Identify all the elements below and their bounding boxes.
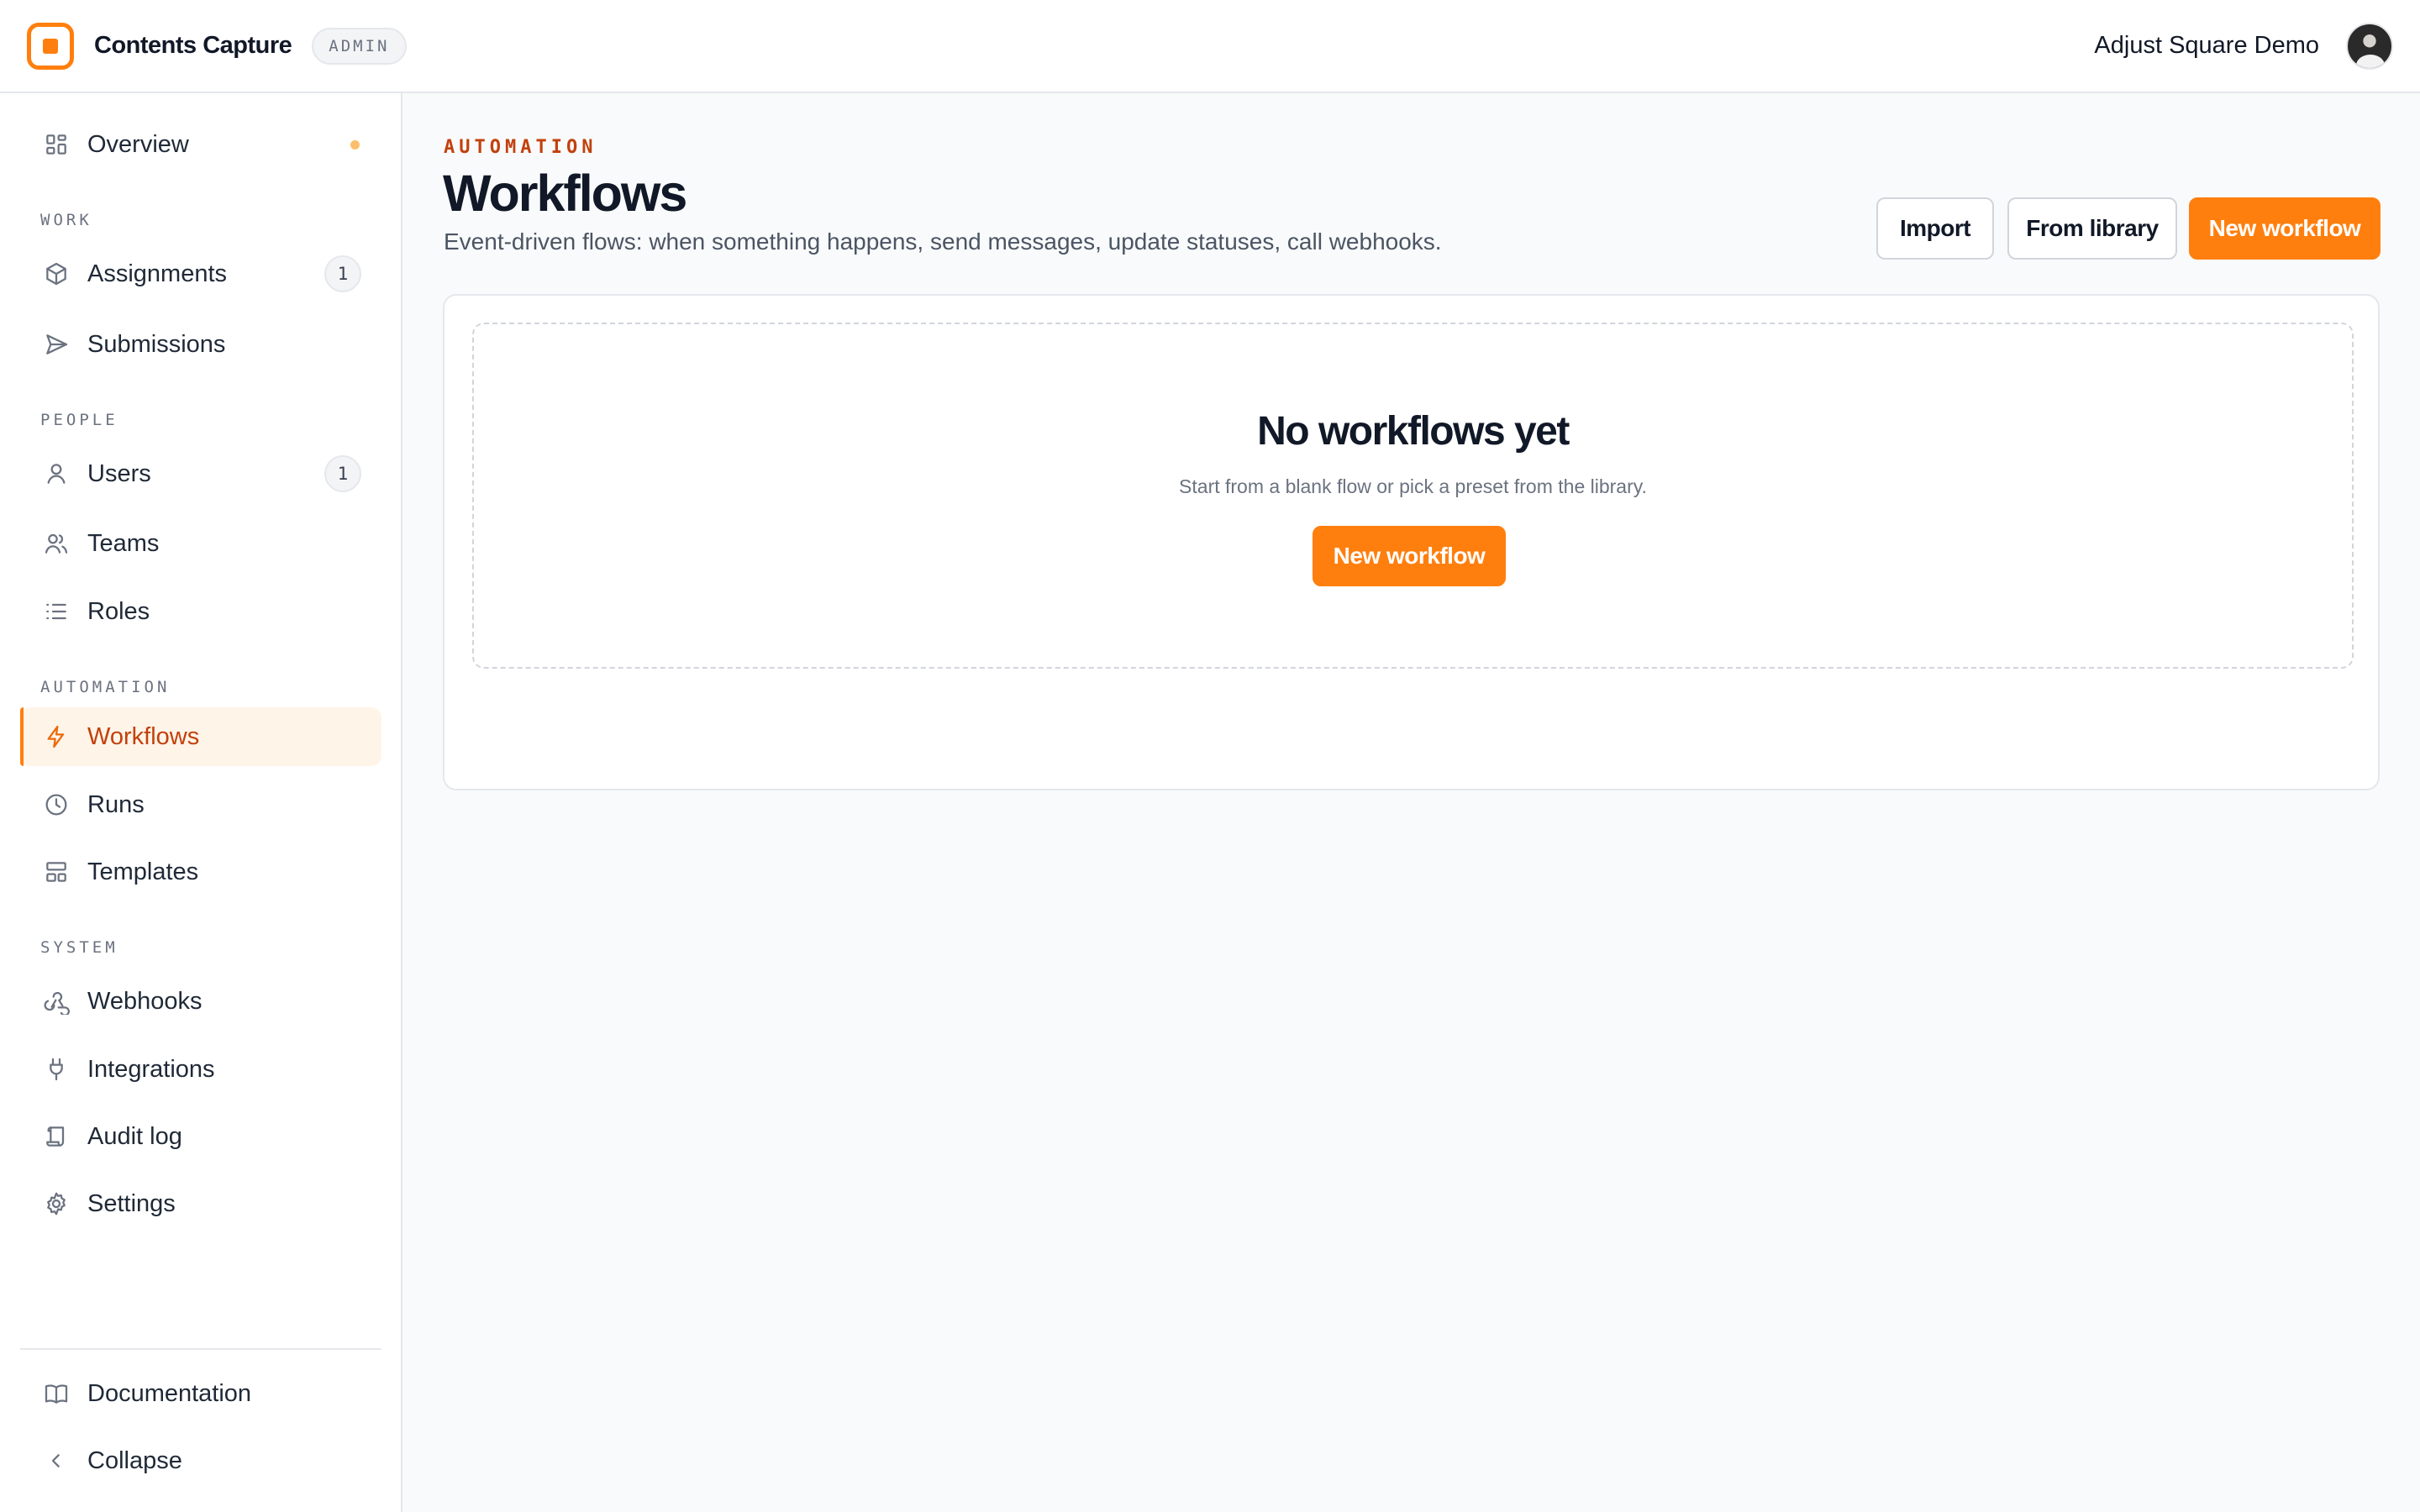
sidebar-item-label: Assignments: [87, 260, 228, 287]
sidebar-item-roles[interactable]: Roles: [20, 582, 381, 641]
new-workflow-button[interactable]: New workflow: [2189, 197, 2381, 260]
send-icon: [42, 330, 71, 359]
sidebar-item-submissions[interactable]: Submissions: [20, 315, 381, 374]
webhook-icon: [42, 987, 71, 1016]
sidebar-item-label: Workflows: [87, 722, 200, 750]
count-badge: 1: [324, 255, 361, 292]
sidebar-item-label: Teams: [87, 529, 160, 557]
sidebar-item-label: Audit log: [87, 1122, 182, 1150]
section-label-work: WORK: [40, 211, 92, 229]
plug-icon: [42, 1055, 71, 1084]
empty-state-description: Start from a blank flow or pick a preset…: [1179, 475, 1647, 497]
app-logo-icon: [27, 22, 74, 70]
sidebar-item-webhooks[interactable]: Webhooks: [20, 972, 381, 1031]
sidebar-item-label: Webhooks: [87, 987, 203, 1015]
sidebar-item-label: Overview: [87, 130, 189, 158]
role-badge: ADMIN: [312, 27, 407, 65]
sidebar-item-teams[interactable]: Teams: [20, 514, 381, 573]
sidebar-item-assignments[interactable]: Assignments 1: [20, 244, 381, 303]
brand[interactable]: Contents Capture ADMIN: [27, 22, 407, 70]
book-icon: [42, 1379, 71, 1408]
scroll-icon: [42, 1122, 71, 1151]
chevron-left-icon: [42, 1446, 71, 1475]
import-button[interactable]: Import: [1876, 197, 1994, 260]
sidebar-item-label: Submissions: [87, 330, 226, 358]
sidebar-item-documentation[interactable]: Documentation: [20, 1364, 381, 1423]
sidebar-item-label: Collapse: [87, 1446, 182, 1474]
top-bar: Contents Capture ADMIN Adjust Square Dem…: [0, 0, 2420, 93]
sidebar-item-label: Settings: [87, 1189, 176, 1217]
workspace-name[interactable]: Adjust Square Demo: [2094, 32, 2319, 60]
grid-icon: [42, 130, 71, 159]
empty-state-new-workflow-button[interactable]: New workflow: [1313, 526, 1506, 586]
sidebar-item-label: Integrations: [87, 1055, 215, 1083]
status-dot: [350, 139, 360, 150]
bolt-icon: [42, 722, 71, 751]
sidebar-item-collapse[interactable]: Collapse: [20, 1431, 381, 1490]
app-name: Contents Capture: [94, 32, 292, 59]
empty-state-title: No workflows yet: [1257, 409, 1570, 454]
section-label-system: SYSTEM: [40, 938, 118, 957]
sidebar-item-audit-log[interactable]: Audit log: [20, 1107, 381, 1166]
section-label-automation: AUTOMATION: [40, 678, 171, 696]
sidebar-item-label: Roles: [87, 597, 150, 625]
workflows-card: No workflows yet Start from a blank flow…: [443, 294, 2380, 790]
cube-icon: [42, 260, 71, 288]
gear-icon: [42, 1189, 71, 1218]
main-content: AUTOMATION Workflows Event-driven flows:…: [404, 93, 2420, 1512]
sidebar-item-label: Templates: [87, 858, 199, 885]
sidebar-item-workflows[interactable]: Workflows: [20, 707, 381, 766]
users-icon: [42, 529, 71, 558]
sidebar-item-templates[interactable]: Templates: [20, 843, 381, 901]
sidebar-item-users[interactable]: Users 1: [20, 444, 381, 503]
user-icon: [42, 459, 71, 488]
from-library-button[interactable]: From library: [2007, 197, 2177, 260]
section-label-people: PEOPLE: [40, 411, 118, 429]
layout-icon: [42, 858, 71, 886]
sidebar-item-label: Runs: [87, 790, 145, 818]
user-area: Adjust Square Demo: [2094, 22, 2393, 70]
page-description: Event-driven flows: when something happe…: [444, 228, 1442, 255]
sidebar-item-runs[interactable]: Runs: [20, 775, 381, 834]
empty-state: No workflows yet Start from a blank flow…: [472, 323, 2354, 669]
page-title: Workflows: [443, 165, 687, 222]
sidebar-item-overview[interactable]: Overview: [20, 115, 381, 174]
sidebar-item-settings[interactable]: Settings: [20, 1174, 381, 1233]
avatar[interactable]: [2346, 22, 2393, 70]
page-eyebrow: AUTOMATION: [444, 137, 597, 158]
sidebar-item-label: Users: [87, 459, 151, 487]
clock-icon: [42, 790, 71, 819]
sidebar-item-integrations[interactable]: Integrations: [20, 1040, 381, 1099]
sidebar-item-label: Documentation: [87, 1379, 252, 1407]
sidebar-divider: [20, 1348, 381, 1350]
list-icon: [42, 597, 71, 626]
count-badge: 1: [324, 455, 361, 492]
sidebar: Overview WORK Assignments 1 Submissions …: [0, 93, 402, 1512]
